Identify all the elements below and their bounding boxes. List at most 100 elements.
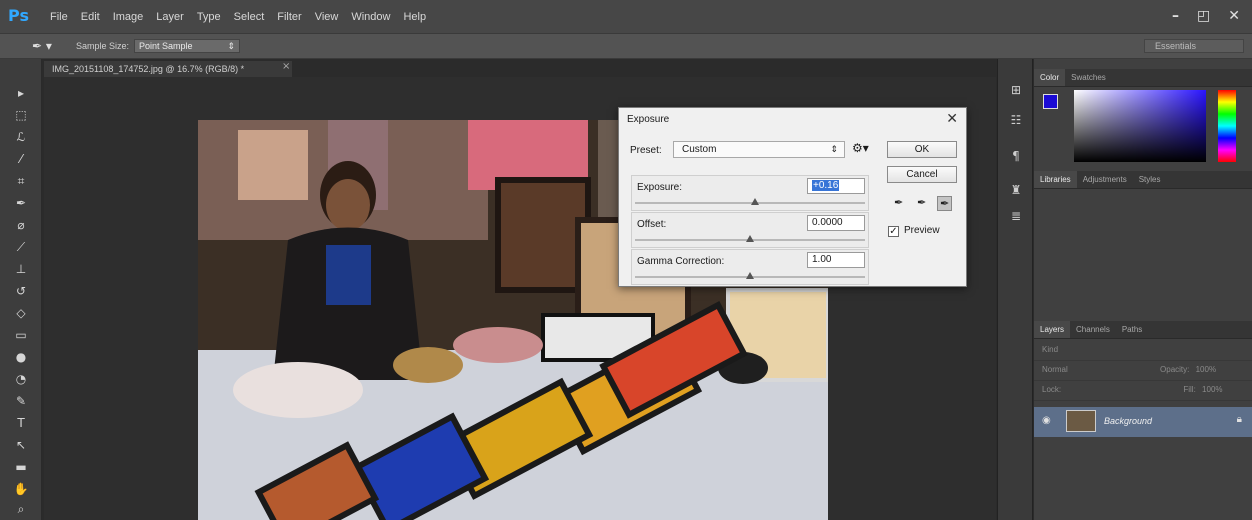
opacity-input[interactable]: 100% [1196,365,1216,374]
gamma-slider[interactable] [635,272,865,279]
menu-filter[interactable]: Filter [277,11,301,25]
window-controls: – ◰ ✕ [1172,8,1240,24]
app-logo: Ps [8,6,29,25]
type-tool-icon[interactable]: T [13,415,29,431]
menu-help[interactable]: Help [403,11,426,25]
gamma-slider-thumb[interactable] [746,272,754,279]
brush-presets-icon[interactable]: ♜ [1009,183,1023,197]
eyedropper-icon[interactable]: ✒ ▾ [32,39,52,53]
filter-kind-select[interactable]: Kind [1042,345,1058,354]
history-panel-icon[interactable]: ⊞ [1009,83,1023,97]
dodge-tool-icon[interactable]: ◔ [13,371,29,387]
layer-row-background[interactable]: ◉ Background 🔒︎ [1034,407,1252,437]
preview-label: Preview [904,225,940,236]
gradient-tool-icon[interactable]: ▭ [13,327,29,343]
tab-color[interactable]: Color [1034,69,1066,86]
white-point-eyedropper-icon[interactable]: ✒ [937,196,953,211]
close-window-button[interactable]: ✕ [1228,8,1240,24]
exposure-dialog: Exposure ✕ Preset: Custom ⇕ ⚙▾ Exposure:… [618,107,967,287]
crop-tool-icon[interactable]: ⌗ [13,173,29,189]
marquee-tool-icon[interactable]: ⬚ [13,107,29,123]
menu-layer[interactable]: Layer [156,11,184,25]
offset-slider[interactable] [635,235,865,242]
character-panel-icon[interactable]: ¶ [1009,149,1023,163]
options-bar: ✒ ▾ Sample Size: Point Sample ⇕ Essentia… [0,34,1252,59]
blur-tool-icon[interactable]: ● [13,349,29,365]
tab-channels[interactable]: Channels [1070,321,1116,338]
layers-options: Kind Normal Opacity: 100% Lock: Fill: 10… [1034,341,1252,403]
rectangle-tool-icon[interactable]: ▬ [13,459,29,475]
close-icon[interactable]: × [282,61,290,72]
menu-view[interactable]: View [315,11,339,25]
chevron-updown-icon: ⇕ [830,144,838,154]
offset-slider-thumb[interactable] [746,235,754,242]
tab-adjustments[interactable]: Adjustments [1077,171,1133,188]
exposure-label: Exposure: [637,182,683,193]
lasso-tool-icon[interactable]: ℒ [13,129,29,145]
lock-icon[interactable]: 🔒︎ [1237,414,1242,425]
menu-file[interactable]: File [50,11,68,25]
dialog-title: Exposure [627,114,670,125]
restore-button[interactable]: ◰ [1197,8,1210,24]
pen-tool-icon[interactable]: ✎ [13,393,29,409]
menu-select[interactable]: Select [234,11,265,25]
document-tab[interactable]: IMG_20151108_174752.jpg @ 16.7% (RGB/8) … [44,61,292,77]
preview-checkbox[interactable]: ✓ [888,226,899,237]
healing-brush-tool-icon[interactable]: ⌀ [13,217,29,233]
layer-name: Background [1104,416,1153,426]
libraries-panel-tabs: Libraries Adjustments Styles [1034,171,1252,189]
path-select-tool-icon[interactable]: ↖ [13,437,29,453]
photoshop-window: Ps File Edit Image Layer Type Select Fil… [0,0,1252,520]
menu-type[interactable]: Type [197,11,221,25]
black-point-eyedropper-icon[interactable]: ✒ [894,196,903,209]
eye-icon[interactable]: ◉ [1042,415,1051,426]
sample-size-value: Point Sample [139,41,193,51]
exposure-input[interactable]: +0.16 [807,178,865,194]
workspace-select[interactable]: Essentials [1144,39,1244,53]
menu-image[interactable]: Image [113,11,144,25]
tool-presets-icon[interactable]: ≣ [1009,209,1023,223]
hue-slider[interactable] [1218,90,1236,162]
layer-filter-row: Kind [1034,341,1252,361]
menu-edit[interactable]: Edit [81,11,100,25]
tab-swatches[interactable]: Swatches [1065,69,1112,86]
foreground-color-swatch[interactable] [1043,94,1058,109]
gray-point-eyedropper-icon[interactable]: ✒ [917,196,926,209]
properties-panel-icon[interactable]: ☷ [1009,113,1023,127]
hand-tool-icon[interactable]: ✋ [13,481,29,497]
lock-row: Lock: Fill: 100% [1034,381,1252,401]
exposure-field-group: Exposure: +0.16 [631,175,869,211]
cancel-button[interactable]: Cancel [887,166,957,183]
eyedropper-tool-icon[interactable]: ✒ [13,195,29,211]
close-icon[interactable]: ✕ [946,110,958,127]
exposure-slider[interactable] [635,198,865,205]
gamma-input[interactable]: 1.00 [807,252,865,268]
menu-window[interactable]: Window [351,11,390,25]
color-picker-field[interactable] [1074,90,1206,162]
move-tool-icon[interactable]: ▸ [13,85,29,101]
quick-select-tool-icon[interactable]: ⁄ [13,151,29,167]
blend-row: Normal Opacity: 100% [1034,361,1252,381]
brush-tool-icon[interactable]: ⟋ [13,239,29,255]
clone-stamp-tool-icon[interactable]: ⊥ [13,261,29,277]
ok-button[interactable]: OK [887,141,957,158]
gamma-field-group: Gamma Correction: 1.00 [631,249,869,285]
tab-libraries[interactable]: Libraries [1034,171,1077,188]
history-brush-tool-icon[interactable]: ↺ [13,283,29,299]
sample-size-select[interactable]: Point Sample ⇕ [134,39,240,53]
gear-icon[interactable]: ⚙▾ [852,141,869,155]
opacity-label: Opacity: [1160,365,1190,374]
exposure-slider-thumb[interactable] [750,198,759,205]
tab-styles[interactable]: Styles [1133,171,1167,188]
exposure-value: +0.16 [812,180,840,191]
eraser-tool-icon[interactable]: ◇ [13,305,29,321]
blend-mode-select[interactable]: Normal [1042,365,1068,374]
minimize-button[interactable]: – [1172,8,1179,24]
preset-select[interactable]: Custom ⇕ [673,141,845,158]
zoom-tool-icon[interactable]: ⌕ [13,501,29,517]
offset-input[interactable]: 0.0000 [807,215,865,231]
tab-paths[interactable]: Paths [1116,321,1148,338]
preset-value: Custom [682,144,717,155]
tab-layers[interactable]: Layers [1034,321,1071,338]
fill-input[interactable]: 100% [1202,385,1222,394]
